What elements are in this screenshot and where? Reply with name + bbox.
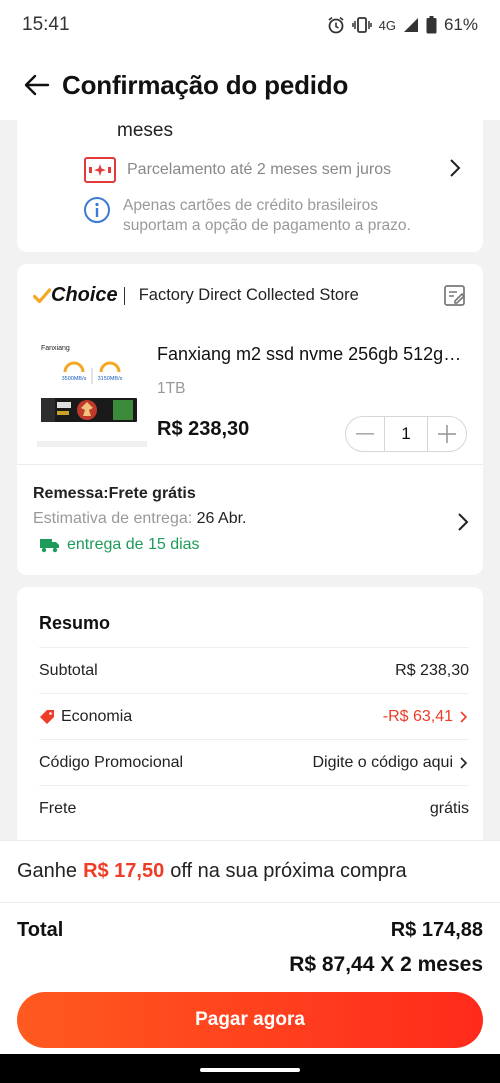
summary-value-savings: -R$ 63,41 xyxy=(383,708,469,726)
summary-label-savings: Economia xyxy=(39,708,132,726)
truck-icon xyxy=(40,539,59,553)
choice-logo: Choice xyxy=(33,284,118,307)
store-header: Choice Factory Direct Collected Store xyxy=(33,284,359,307)
product-image[interactable]: Fanxiang 3500MB/s 3150MB/s xyxy=(37,336,159,451)
summary-label: Frete xyxy=(39,799,77,817)
summary-label: Subtotal xyxy=(39,661,98,679)
store-name[interactable]: Factory Direct Collected Store xyxy=(139,286,359,305)
chevron-right-icon[interactable] xyxy=(457,512,469,532)
plus-icon xyxy=(438,425,456,443)
decrease-quantity-button[interactable] xyxy=(346,417,384,451)
summary-row-savings[interactable]: Economia -R$ 63,41 xyxy=(39,693,469,739)
checkout-footer: Total R$ 174,88 R$ 87,44 X 2 meses Pagar… xyxy=(0,902,500,1054)
arrow-left-icon xyxy=(24,74,50,96)
signal-icon xyxy=(403,18,418,32)
shipping-eta[interactable]: Estimativa de entrega: 26 Abr. xyxy=(33,510,246,528)
store-card: Choice Factory Direct Collected Store Fa… xyxy=(17,264,483,575)
summary-row-shipping: Frete grátis xyxy=(39,785,469,831)
increase-quantity-button[interactable] xyxy=(428,417,466,451)
total-label: Total xyxy=(17,919,64,941)
product-image-speed-read: 3500MB/s xyxy=(62,376,87,382)
summary-card: Resumo Subtotal R$ 238,30 Economia -R$ 6… xyxy=(17,587,483,840)
edit-note-icon[interactable] xyxy=(443,284,467,308)
product-title[interactable]: Fanxiang m2 ssd nvme 256gb 512gb 1tb xyxy=(157,344,467,365)
vibrate-icon xyxy=(351,17,372,33)
back-button[interactable] xyxy=(22,70,52,100)
battery-level: 61% xyxy=(443,15,478,34)
price-tag-icon xyxy=(40,709,54,724)
installment-info: Apenas cartões de crédito brasileiros su… xyxy=(83,196,443,236)
status-time: 15:41 xyxy=(22,14,70,35)
total-installments: R$ 87,44 X 2 meses xyxy=(289,953,483,976)
network-type: 4G xyxy=(378,17,396,33)
page-header: Confirmação do pedido xyxy=(0,50,500,120)
store-separator xyxy=(123,286,125,305)
order-content[interactable]: $ meses Parcelamento até 2 meses sem jur… xyxy=(0,120,500,840)
summary-row-subtotal: Subtotal R$ 238,30 xyxy=(39,647,469,693)
chevron-right-icon xyxy=(450,159,461,177)
system-nav-bar xyxy=(0,1054,500,1083)
summary-title: Resumo xyxy=(39,613,111,633)
summary-row-promo-code[interactable]: Código Promocional Digite o código aqui xyxy=(39,739,469,785)
quantity-value[interactable]: 1 xyxy=(384,417,428,451)
shipping-eta-date: 26 Abr. xyxy=(196,510,247,527)
home-gesture-handle[interactable] xyxy=(200,1068,300,1072)
summary-value: grátis xyxy=(429,799,469,817)
product-image-brand: Fanxiang xyxy=(41,345,70,352)
alarm-icon xyxy=(328,16,344,34)
installment-offer-text: Parcelamento até 2 meses sem juros xyxy=(127,161,392,178)
product-price: R$ 238,30 xyxy=(157,418,250,440)
installment-cash-icon: $ xyxy=(83,120,109,124)
promo-suffix: off na sua próxima compra xyxy=(170,860,407,882)
status-bar: 15:41 4G 61% xyxy=(0,0,500,50)
shipping-title: Remessa:Frete grátis xyxy=(33,485,196,502)
product-image-speed-write: 3150MB/s xyxy=(98,376,123,382)
total-value: R$ 174,88 xyxy=(390,919,483,941)
promo-code-input[interactable]: Digite o código aqui xyxy=(312,754,469,772)
divider xyxy=(17,464,483,465)
shipping-eta-label: Estimativa de entrega: xyxy=(33,510,193,527)
summary-label: Economia xyxy=(61,707,133,725)
payment-card: $ meses Parcelamento até 2 meses sem jur… xyxy=(17,120,483,252)
choice-brand: Choice xyxy=(51,284,118,306)
product-variant[interactable]: 1TB xyxy=(157,380,185,398)
quantity-stepper: 1 xyxy=(345,416,467,452)
summary-value: R$ 238,30 xyxy=(395,661,469,679)
check-icon xyxy=(33,287,51,303)
pay-now-button[interactable]: Pagar agora xyxy=(17,992,483,1048)
summary-value: -R$ 63,41 xyxy=(382,707,453,725)
fast-delivery: entrega de 15 dias xyxy=(39,536,200,554)
installment-info-text: Apenas cartões de crédito brasileiros su… xyxy=(123,197,411,234)
summary-label: Código Promocional xyxy=(39,753,184,771)
status-icons: 4G 61% xyxy=(327,15,478,35)
summary-value: Digite o código aqui xyxy=(312,753,453,771)
battery-icon xyxy=(426,16,437,34)
chevron-right-icon xyxy=(460,710,468,723)
page-title: Confirmação do pedido xyxy=(62,69,349,100)
minus-icon xyxy=(356,433,374,435)
chevron-right-icon xyxy=(460,756,468,769)
installment-label: meses xyxy=(117,120,173,141)
fast-delivery-label: entrega de 15 dias xyxy=(67,536,200,553)
promo-prefix: Ganhe xyxy=(17,860,78,882)
next-purchase-promo: Ganhe R$ 17,50 off na sua próxima compra xyxy=(0,840,500,902)
coupon-icon xyxy=(84,157,116,183)
promo-amount: R$ 17,50 xyxy=(83,860,165,882)
installment-offer-row[interactable]: Parcelamento até 2 meses sem juros xyxy=(83,156,473,184)
info-icon xyxy=(84,197,110,223)
ssd-product-picture: Fanxiang 3500MB/s 3150MB/s xyxy=(37,345,147,447)
